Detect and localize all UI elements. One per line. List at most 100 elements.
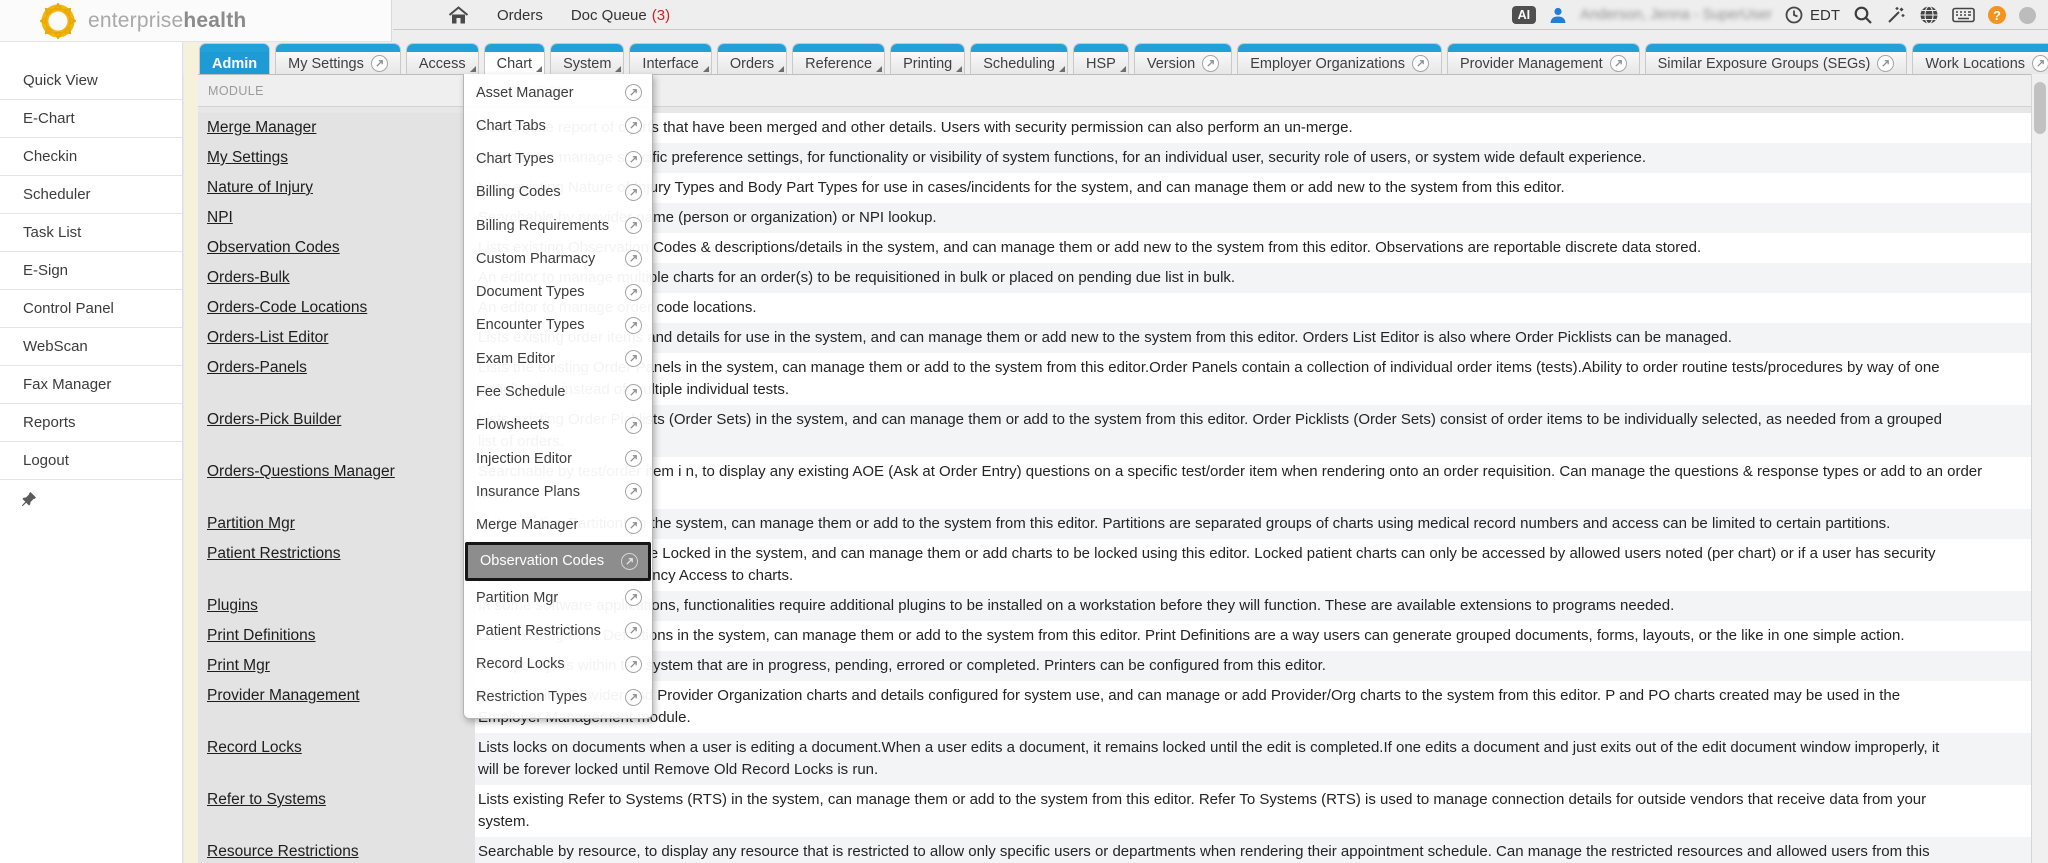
menu-item[interactable]: Chart Types	[464, 143, 652, 176]
module-link[interactable]: Orders-List Editor	[207, 329, 328, 346]
tab[interactable]: Version	[1134, 43, 1232, 74]
tab[interactable]: My Settings	[275, 43, 401, 74]
module-link[interactable]: Patient Restrictions	[207, 545, 341, 562]
module-link[interactable]: Print Mgr	[207, 657, 270, 674]
pin-icon[interactable]	[21, 491, 37, 507]
module-link[interactable]: Orders-Bulk	[207, 269, 290, 286]
menu-item[interactable]: Partition Mgr	[464, 581, 652, 614]
module-link[interactable]: My Settings	[207, 149, 288, 166]
help-icon[interactable]: ?	[1988, 6, 2006, 24]
sidebar-item[interactable]: E-Sign	[0, 252, 182, 290]
module-link[interactable]: Partition Mgr	[207, 515, 295, 532]
vertical-scrollbar[interactable]	[2031, 74, 2048, 863]
scrollbar-thumb[interactable]	[2034, 82, 2046, 134]
external-link-icon	[625, 622, 642, 639]
menu-item[interactable]: Insurance Plans	[464, 475, 652, 508]
module-description-cell: Lists the existing Order Panels in the s…	[475, 353, 2031, 405]
module-link[interactable]: Orders-Panels	[207, 359, 307, 376]
module-link[interactable]: Refer to Systems	[207, 791, 326, 808]
menu-item[interactable]: Patient Restrictions	[464, 614, 652, 647]
ai-badge[interactable]: AI	[1512, 6, 1537, 25]
module-link[interactable]: Print Definitions	[207, 627, 316, 644]
menu-item[interactable]: Chart Tabs	[464, 109, 652, 142]
menu-item[interactable]: Billing Codes	[464, 176, 652, 209]
tab[interactable]: Reference	[792, 43, 885, 74]
module-description-cell: Lists existing Refer to Systems (RTS) in…	[475, 785, 2031, 837]
module-name-cell: Orders-Panels	[198, 353, 475, 405]
user-name[interactable]: Anderson, Jenna - SuperUser	[1580, 7, 1772, 23]
menu-item[interactable]: Record Locks	[464, 648, 652, 681]
tab[interactable]: Chart	[484, 43, 545, 74]
external-link-icon	[1610, 55, 1627, 72]
module-link[interactable]: Orders-Questions Manager	[207, 463, 395, 480]
profile-dot-icon[interactable]	[2019, 7, 2036, 24]
module-name-cell: Orders-Questions Manager	[198, 457, 475, 509]
module-link[interactable]: Resource Restrictions	[207, 843, 359, 860]
menu-item[interactable]: Injection Editor	[464, 442, 652, 475]
external-link-icon	[625, 350, 642, 367]
menu-item[interactable]: Restriction Types	[464, 681, 652, 714]
module-link[interactable]: Orders-Code Locations	[207, 299, 367, 316]
tab[interactable]: Printing	[890, 43, 965, 74]
menu-item[interactable]: Observation Codes	[465, 542, 651, 581]
sidebar-item[interactable]: Control Panel	[0, 290, 182, 328]
tab[interactable]: Work Locations	[1912, 43, 2048, 74]
module-link[interactable]: NPI	[207, 209, 233, 226]
search-icon[interactable]	[1853, 5, 1873, 25]
menu-item[interactable]: Exam Editor	[464, 342, 652, 375]
sidebar-item[interactable]: Scheduler	[0, 176, 182, 214]
external-link-icon	[625, 250, 642, 267]
tab-label: Interface	[642, 56, 698, 72]
menu-item[interactable]: Custom Pharmacy	[464, 242, 652, 275]
external-link-icon	[625, 417, 642, 434]
menu-item[interactable]: Merge Manager	[464, 508, 652, 541]
tab[interactable]: System	[550, 43, 624, 74]
keyboard-icon[interactable]	[1952, 7, 1975, 23]
nav-doc-queue-link[interactable]: Doc Queue(3)	[571, 7, 670, 24]
module-link[interactable]: Provider Management	[207, 687, 360, 704]
sidebar-item-label: Task List	[23, 224, 81, 241]
sidebar-item[interactable]: Logout	[0, 442, 182, 480]
home-icon[interactable]	[448, 6, 469, 25]
tab[interactable]: Interface	[629, 43, 711, 74]
module-description-cell: An editor to manage multiple charts for …	[475, 263, 2031, 293]
magic-wand-icon[interactable]	[1886, 5, 1906, 25]
menu-item[interactable]: Flowsheets	[464, 409, 652, 442]
sidebar-item[interactable]: Fax Manager	[0, 366, 182, 404]
sidebar-item[interactable]: Quick View	[0, 62, 182, 100]
sidebar-item[interactable]: Task List	[0, 214, 182, 252]
tab[interactable]: Employer Organizations	[1237, 43, 1442, 74]
module-link[interactable]: Plugins	[207, 597, 258, 614]
tab[interactable]: Access	[406, 43, 479, 74]
tab[interactable]: Admin	[199, 43, 270, 74]
menu-item[interactable]: Document Types	[464, 276, 652, 309]
tab[interactable]: Scheduling	[970, 43, 1068, 74]
tab[interactable]: Similar Exposure Groups (SEGs)	[1645, 43, 1908, 74]
tab[interactable]: Orders	[717, 43, 787, 74]
sidebar-item-label: Fax Manager	[23, 376, 111, 393]
tab-menu-corner-icon	[470, 66, 476, 72]
globe-icon[interactable]	[1919, 5, 1939, 25]
clock-icon	[1785, 6, 1803, 24]
tab[interactable]: Provider Management	[1447, 43, 1640, 74]
sidebar-item[interactable]: WebScan	[0, 328, 182, 366]
chart-dropdown-menu: Asset Manager Chart Tabs Chart Types	[463, 74, 653, 719]
module-link[interactable]: Record Locks	[207, 739, 302, 756]
menu-item-label: Billing Codes	[476, 184, 617, 200]
module-link[interactable]: Merge Manager	[207, 119, 316, 136]
sidebar-item-label: Reports	[23, 414, 76, 431]
module-description-cell: Searchable by resource, to display any r…	[475, 837, 2031, 863]
module-link[interactable]: Orders-Pick Builder	[207, 411, 341, 428]
module-link[interactable]: Nature of Injury	[207, 179, 313, 196]
menu-item[interactable]: Fee Schedule	[464, 375, 652, 408]
menu-item[interactable]: Asset Manager	[464, 76, 652, 109]
sidebar-item[interactable]: E-Chart	[0, 100, 182, 138]
nav-orders-link[interactable]: Orders	[497, 7, 543, 24]
module-description-cell: Searchable by provider name (person or o…	[475, 203, 2031, 233]
menu-item[interactable]: Encounter Types	[464, 309, 652, 342]
menu-item[interactable]: Billing Requirements	[464, 209, 652, 242]
module-link[interactable]: Observation Codes	[207, 239, 340, 256]
tab[interactable]: HSP	[1073, 43, 1129, 74]
sidebar-item[interactable]: Checkin	[0, 138, 182, 176]
sidebar-item[interactable]: Reports	[0, 404, 182, 442]
